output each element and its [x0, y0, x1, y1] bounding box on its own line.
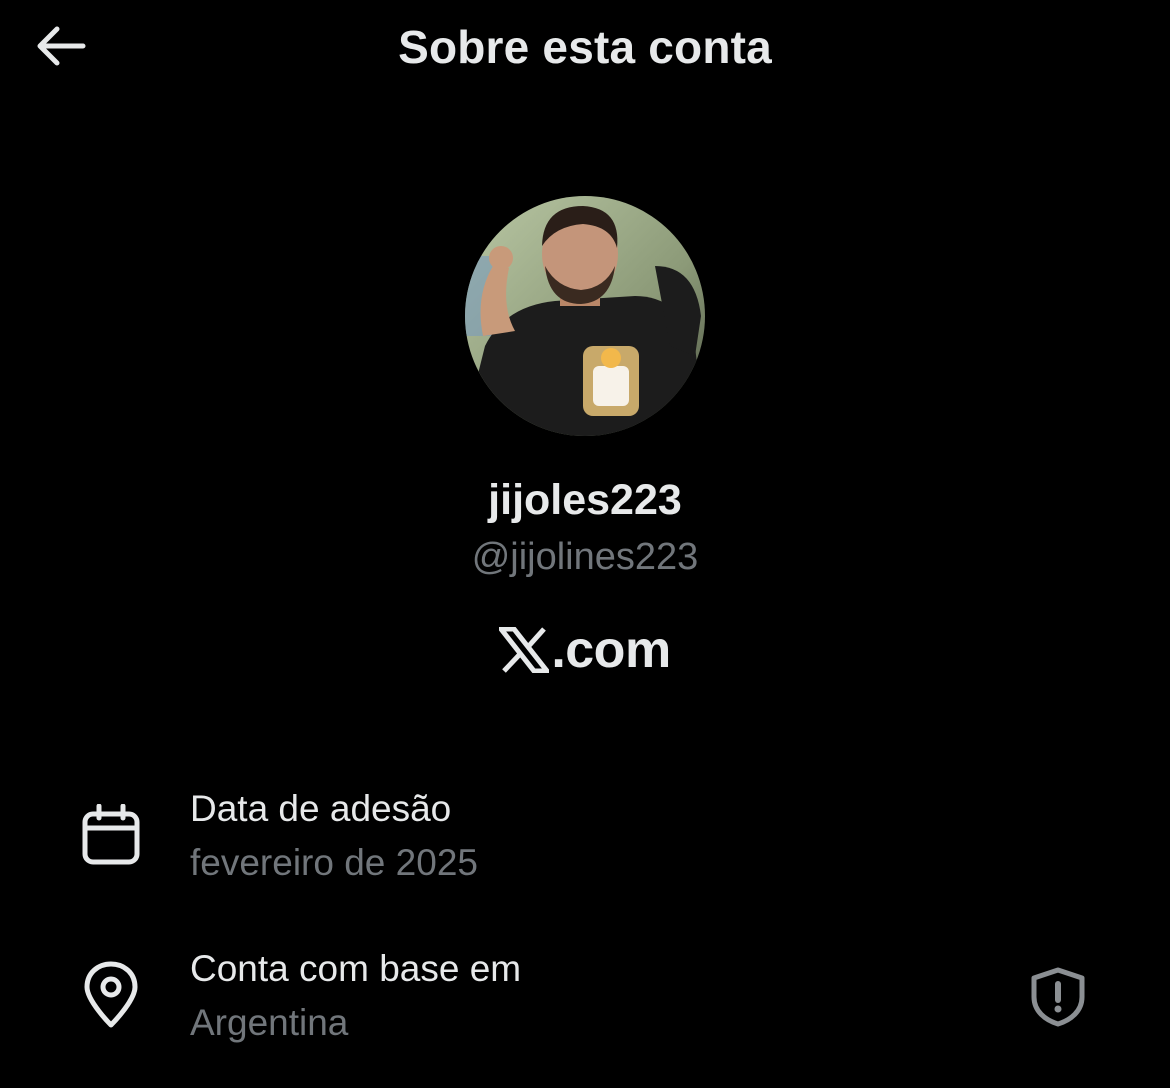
display-name: jijoles223	[488, 476, 682, 524]
join-date-row: Data de adesão fevereiro de 2025	[80, 788, 1090, 898]
site-label: .com	[551, 621, 671, 679]
join-date-value: fevereiro de 2025	[190, 842, 478, 883]
calendar-icon	[80, 800, 142, 870]
location-pin-icon	[80, 960, 142, 1030]
join-date-label: Data de adesão	[190, 788, 452, 829]
avatar[interactable]	[465, 196, 705, 436]
x-logo-icon	[499, 627, 550, 673]
location-row: Conta com base em Argentina	[80, 948, 1090, 1058]
page-title: Sobre esta conta	[398, 21, 772, 73]
user-handle: @jijolines223	[471, 536, 699, 578]
shield-alert-icon[interactable]	[1026, 964, 1090, 1030]
site-badge: .com	[0, 620, 1170, 680]
location-label: Conta com base em	[190, 948, 522, 989]
location-value: Argentina	[190, 1002, 349, 1043]
